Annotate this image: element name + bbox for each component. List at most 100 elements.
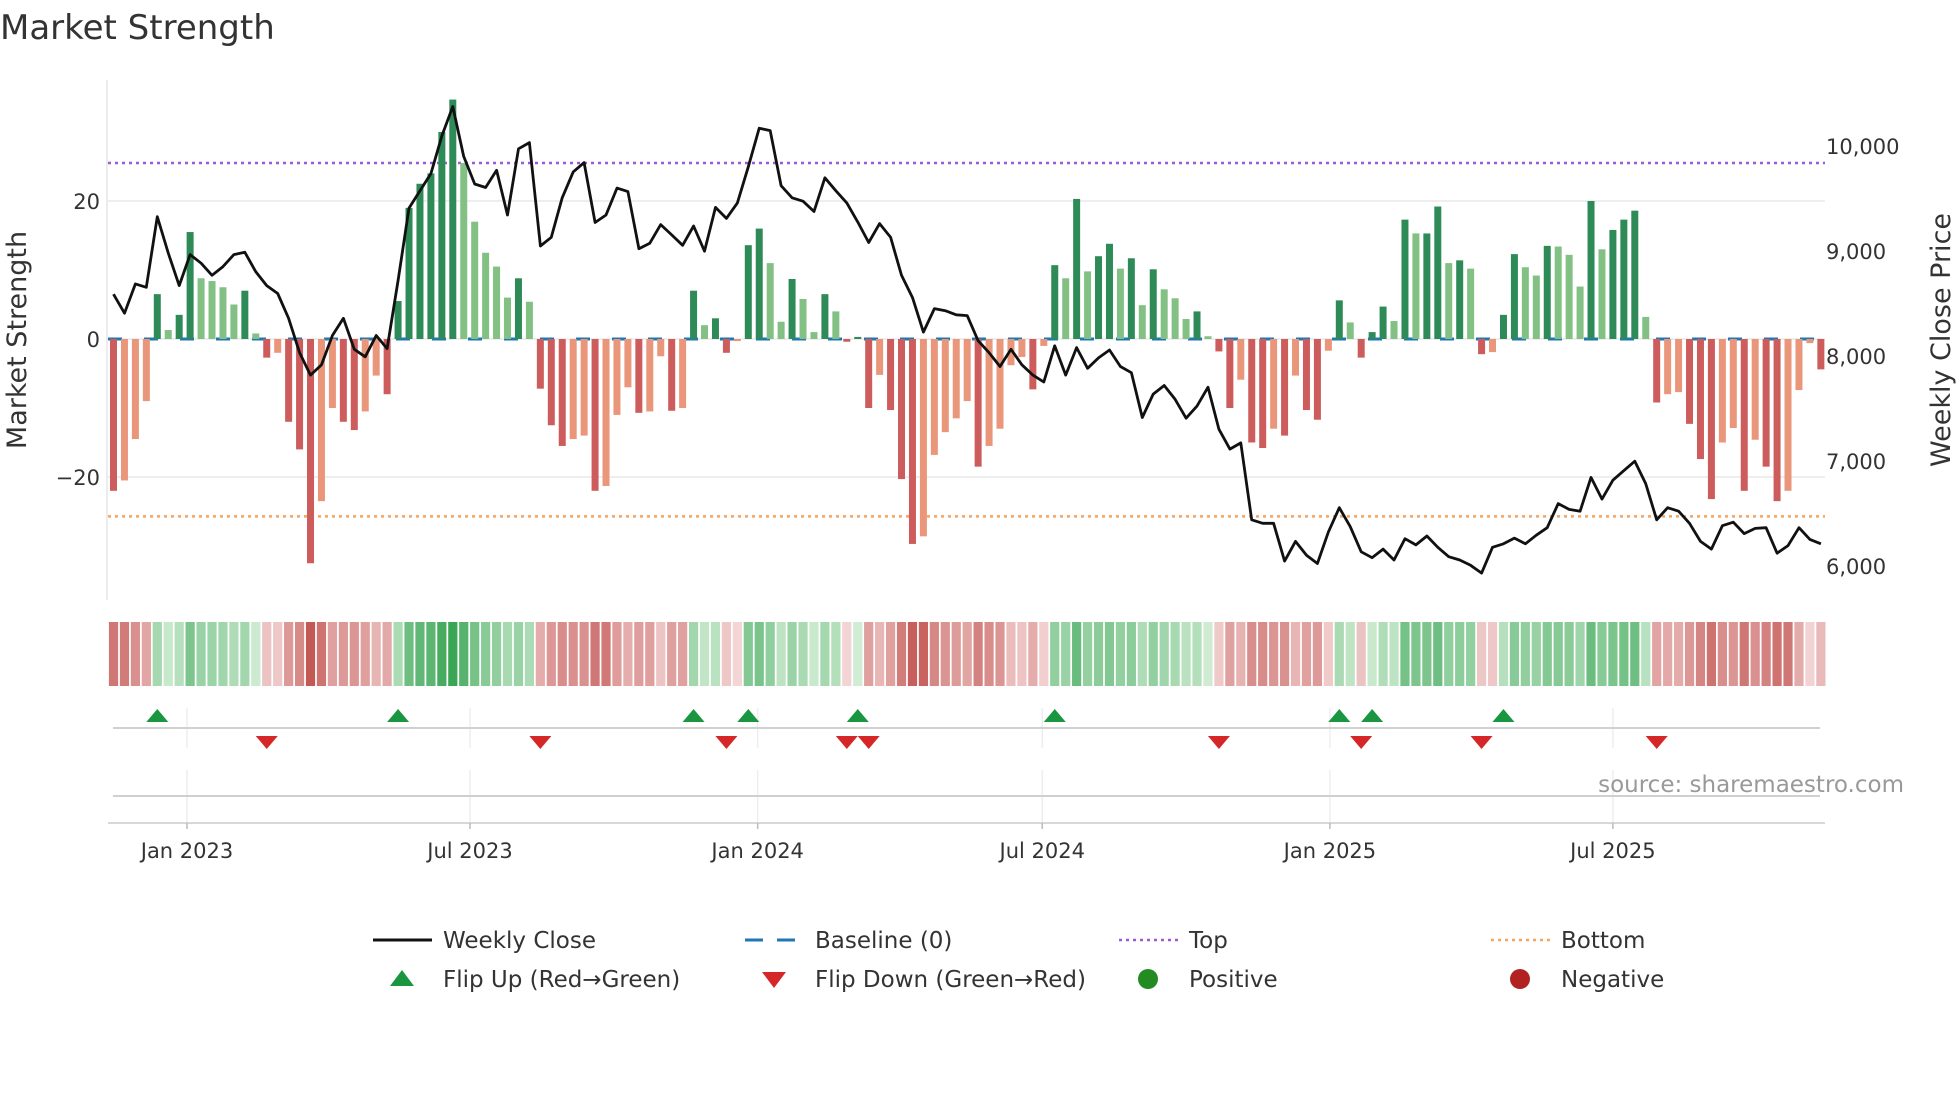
flip-down-marker [1350, 736, 1373, 749]
strength-bar [690, 290, 698, 339]
heat-cell [196, 622, 206, 686]
strength-bar [1445, 263, 1453, 339]
heat-cell [163, 622, 173, 686]
strength-bar [1773, 339, 1781, 502]
heat-cell [699, 622, 710, 686]
heat-cell [579, 622, 589, 686]
legend-label: Flip Up (Red→Green) [443, 967, 680, 993]
heat-cell [765, 622, 775, 686]
strength-bar [1489, 339, 1497, 353]
flip-up-marker [682, 709, 705, 722]
heat-cell [1159, 622, 1169, 686]
heat-cell [262, 622, 272, 686]
strength-bar [1675, 339, 1683, 393]
heat-cell [864, 622, 874, 686]
flip-up-marker [1043, 709, 1066, 722]
flip-up-marker [1328, 709, 1351, 722]
legend-item-top: Top [1119, 928, 1228, 954]
strength-bar [1598, 249, 1606, 339]
heat-cell [951, 622, 961, 686]
heat-cell [896, 622, 907, 686]
strength-bar [722, 339, 730, 353]
heat-cell [995, 622, 1005, 686]
strength-bar [580, 339, 588, 436]
strength-bar [1686, 339, 1694, 424]
strength-bar [1499, 314, 1507, 339]
heat-cell [1411, 622, 1421, 686]
left-tick-label: 0 [87, 328, 100, 352]
strength-bars [110, 99, 1825, 564]
heat-cell [612, 622, 622, 686]
heat-cell [119, 622, 130, 686]
x-tick-label: Jul 2024 [998, 839, 1085, 863]
strength-bar [1292, 339, 1300, 376]
strength-bar [1204, 336, 1212, 339]
heat-cell [108, 622, 119, 686]
strength-bar [1182, 318, 1190, 339]
strength-bar [930, 339, 938, 455]
strength-bar [1423, 233, 1431, 339]
source-label: source: sharemaestro.com [1598, 772, 1904, 798]
strength-bar [788, 278, 796, 339]
heat-cell [1761, 622, 1771, 686]
strength-bar [635, 339, 643, 413]
strength-bar [558, 339, 566, 446]
strength-bar [974, 339, 982, 467]
strength-bar [898, 339, 906, 480]
strength-bar [1313, 339, 1321, 420]
heat-cell [1258, 622, 1268, 686]
flip-down-marker [857, 736, 880, 749]
strength-bar [493, 266, 501, 339]
strength-bar [1379, 306, 1387, 339]
flip-up-marker [146, 709, 169, 722]
strength-bar [613, 339, 621, 415]
legend-label: Bottom [1561, 928, 1645, 954]
strength-bar [1784, 339, 1792, 491]
heat-cell [557, 622, 567, 686]
strength-bar [1193, 311, 1201, 339]
heat-cell [918, 622, 929, 686]
heat-cell [1323, 622, 1333, 686]
triangle-down-icon [762, 972, 786, 988]
strength-bar [1467, 268, 1475, 339]
strength-bar [1051, 265, 1059, 339]
heat-cell [1750, 622, 1760, 686]
strength-bar [646, 339, 654, 412]
strength-bar [416, 183, 424, 339]
legend-item-neg: Negative [1510, 967, 1664, 993]
strength-bar [624, 339, 632, 388]
negative-dot-icon [1510, 969, 1530, 989]
heat-cell [426, 622, 436, 686]
heat-cell [284, 622, 294, 686]
strength-bar [1226, 339, 1234, 408]
strength-bar [1073, 198, 1081, 339]
strength-bar [1095, 256, 1103, 339]
left-axis-label: Market Strength [2, 231, 33, 449]
strength-bar [1390, 321, 1398, 339]
strength-bar [1729, 339, 1737, 429]
strength-bar [657, 339, 665, 357]
heat-cell [984, 622, 994, 686]
strength-bar [1532, 275, 1540, 339]
heat-cell [1050, 622, 1060, 686]
strength-bar [919, 339, 927, 537]
heat-cell [1695, 622, 1706, 686]
heat-cell [1192, 622, 1202, 686]
heat-cell [1126, 622, 1136, 686]
heat-cell [448, 622, 458, 686]
heat-cell [1575, 622, 1585, 686]
heat-cell [1236, 622, 1246, 686]
flip-down-marker [1470, 736, 1493, 749]
heat-cell [1509, 622, 1520, 686]
heat-cell [1673, 622, 1684, 686]
heat-cell [1531, 622, 1541, 686]
strength-bar [153, 294, 161, 339]
x-tick-label: Jul 2023 [425, 839, 512, 863]
heat-cell [929, 622, 939, 686]
heat-cell [776, 622, 786, 686]
heat-cell [1520, 622, 1530, 686]
flip-up-marker [387, 709, 410, 722]
strength-bar [1116, 268, 1124, 339]
right-axis-label: Weekly Close Price [1926, 213, 1957, 467]
heat-cell [1619, 622, 1629, 686]
